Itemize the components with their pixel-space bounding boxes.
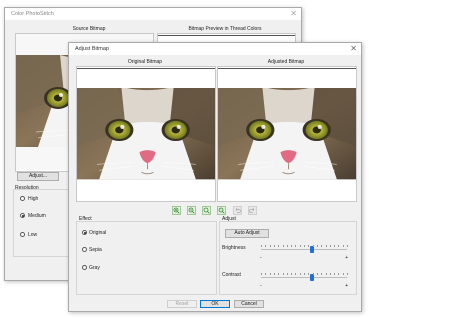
original-bitmap-label: Original Bitmap [127,59,163,65]
undo-icon[interactable] [233,206,242,215]
slider-tick [304,273,305,275]
slider-tick [308,273,310,275]
redo-icon[interactable] [248,206,257,215]
slider-tick [338,245,340,247]
slider-tick [334,273,336,275]
auto-adjust-button[interactable]: Auto Adjust [225,229,269,238]
brightness-label: Brightness [222,245,246,251]
dialog-title-bar: Adjust Bitmap ✕ [69,43,361,55]
slider-tick [295,273,297,275]
slider-tick [321,245,323,247]
slider-tick [291,245,293,247]
original-bitmap-panel [76,66,216,202]
brightness-slider-thumb[interactable] [309,246,314,253]
slider-tick [316,273,318,275]
reset-button[interactable]: Reset [167,300,197,308]
slider-tick [265,273,267,275]
slider-tick [269,273,271,275]
close-icon[interactable]: ✕ [290,9,297,19]
slider-tick [325,273,327,275]
slider-tick [273,273,275,275]
slider-tick [286,273,288,275]
source-bitmap-label: Source Bitmap [72,26,106,32]
dialog-title: Adjust Bitmap [75,46,109,52]
slider-tick [347,273,348,275]
contrast-min-label: - [260,283,262,289]
slider-tick [269,245,271,247]
adjusted-bitmap-label: Adjusted Bitmap [267,59,305,65]
preview-label: Bitmap Preview in Thread Colors [188,26,262,32]
window-title: Color PhotoStitch [11,11,54,17]
zoom-fit-icon[interactable] [217,206,226,215]
resolution-option-medium[interactable]: Medium [20,212,60,220]
adjusted-bitmap-panel [217,66,357,202]
slider-tick [282,273,284,275]
zoom-out-icon[interactable] [187,206,196,215]
adjust-bitmap-dialog: Adjust Bitmap ✕ Original Bitmap Adjusted… [68,42,362,312]
slider-tick [299,245,301,247]
resolution-option-low[interactable]: Low [20,231,60,239]
slider-tick [286,245,288,247]
brightness-slider[interactable]: - + [259,241,349,263]
brightness-min-label: - [260,255,262,261]
cancel-button[interactable]: Cancel [234,300,264,308]
effect-option-sepia[interactable]: Sepia [82,246,132,254]
close-icon[interactable]: ✕ [350,44,357,54]
slider-tick [329,273,331,275]
zoom-in-icon[interactable] [172,206,181,215]
slider-tick [329,245,331,247]
slider-tick [299,273,301,275]
contrast-slider-thumb[interactable] [309,274,314,281]
effect-option-gray[interactable]: Gray [82,264,132,272]
adjusted-bitmap-image [218,88,356,180]
slider-tick [342,245,344,247]
slider-tick [338,273,340,275]
slider-tick [312,273,314,275]
slider-tick [278,273,280,275]
slider-tick [321,273,323,275]
slider-tick [261,245,262,247]
slider-tick [261,273,262,275]
slider-tick [282,245,284,247]
effect-option-original[interactable]: Original [82,229,132,237]
contrast-label: Contrast [222,272,241,278]
slider-tick [342,273,344,275]
slider-tick [265,245,267,247]
contrast-slider[interactable]: - + [259,269,349,291]
slider-tick [273,245,275,247]
slider-tick [291,273,293,275]
ok-button[interactable]: OK [200,300,230,308]
slider-tick [278,245,280,247]
title-bar: Color PhotoStitch ✕ [5,8,301,20]
slider-tick [347,245,348,247]
original-bitmap-image [77,88,215,180]
resolution-option-high[interactable]: High [20,195,60,203]
slider-tick [312,245,314,247]
slider-tick [304,245,305,247]
slider-tick [308,245,310,247]
slider-tick [295,245,297,247]
brightness-max-label: + [345,255,348,261]
zoom-actual-icon[interactable] [202,206,211,215]
slider-tick [325,245,327,247]
adjust-button[interactable]: Adjust... [17,172,59,181]
slider-tick [334,245,336,247]
slider-tick [316,245,318,247]
contrast-max-label: + [345,283,348,289]
